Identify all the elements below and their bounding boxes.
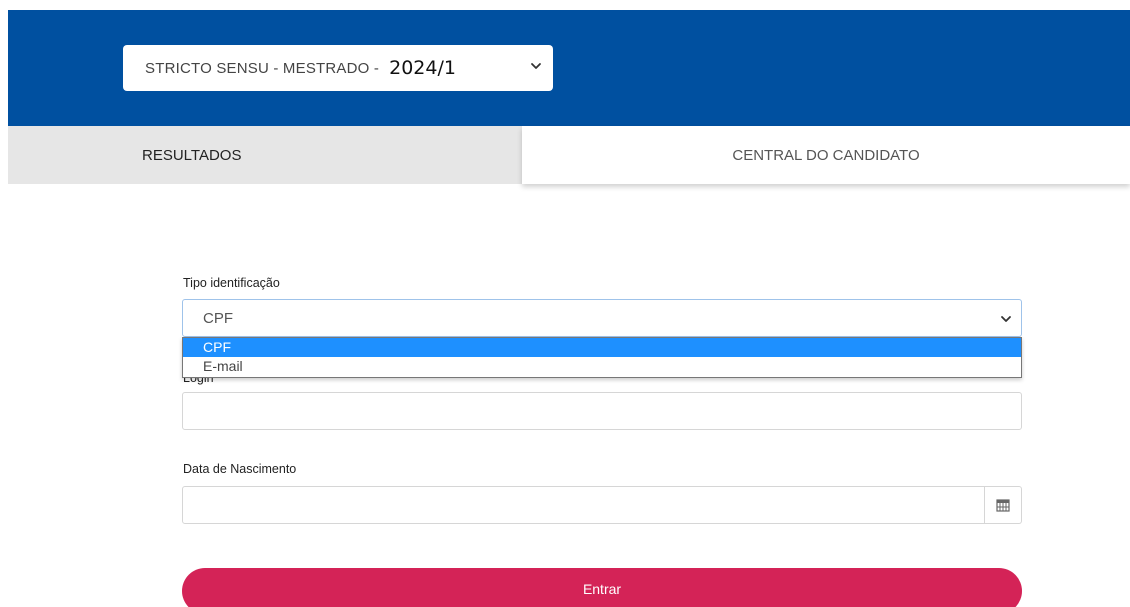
- id-type-dropdown: CPF E-mail: [182, 337, 1022, 378]
- id-type-value: CPF: [203, 309, 233, 327]
- enter-button[interactable]: Entrar: [182, 568, 1022, 607]
- birth-date-input[interactable]: [182, 486, 985, 524]
- tab-bar: RESULTADOS CENTRAL DO CANDIDATO: [8, 126, 1130, 184]
- chevron-down-icon: [531, 63, 541, 69]
- dropdown-option-email[interactable]: E-mail: [183, 357, 1021, 376]
- tab-central-do-candidato[interactable]: CENTRAL DO CANDIDATO: [522, 126, 1130, 184]
- tab-resultados[interactable]: RESULTADOS: [8, 126, 522, 184]
- id-type-label: Tipo identificação: [183, 276, 280, 290]
- header-bar: STRICTO SENSU - MESTRADO - 2024/1: [8, 10, 1130, 126]
- id-type-select[interactable]: CPF: [182, 299, 1022, 337]
- period-select[interactable]: STRICTO SENSU - MESTRADO - 2024/1: [123, 45, 553, 91]
- calendar-icon: [996, 499, 1010, 512]
- calendar-button[interactable]: [985, 486, 1022, 524]
- dropdown-option-cpf[interactable]: CPF: [183, 338, 1021, 357]
- period-year: 2024/1: [389, 57, 456, 79]
- login-input[interactable]: [182, 392, 1022, 430]
- chevron-down-icon: [1001, 316, 1011, 322]
- period-prefix: STRICTO SENSU - MESTRADO -: [145, 59, 380, 77]
- birth-date-label: Data de Nascimento: [183, 462, 297, 476]
